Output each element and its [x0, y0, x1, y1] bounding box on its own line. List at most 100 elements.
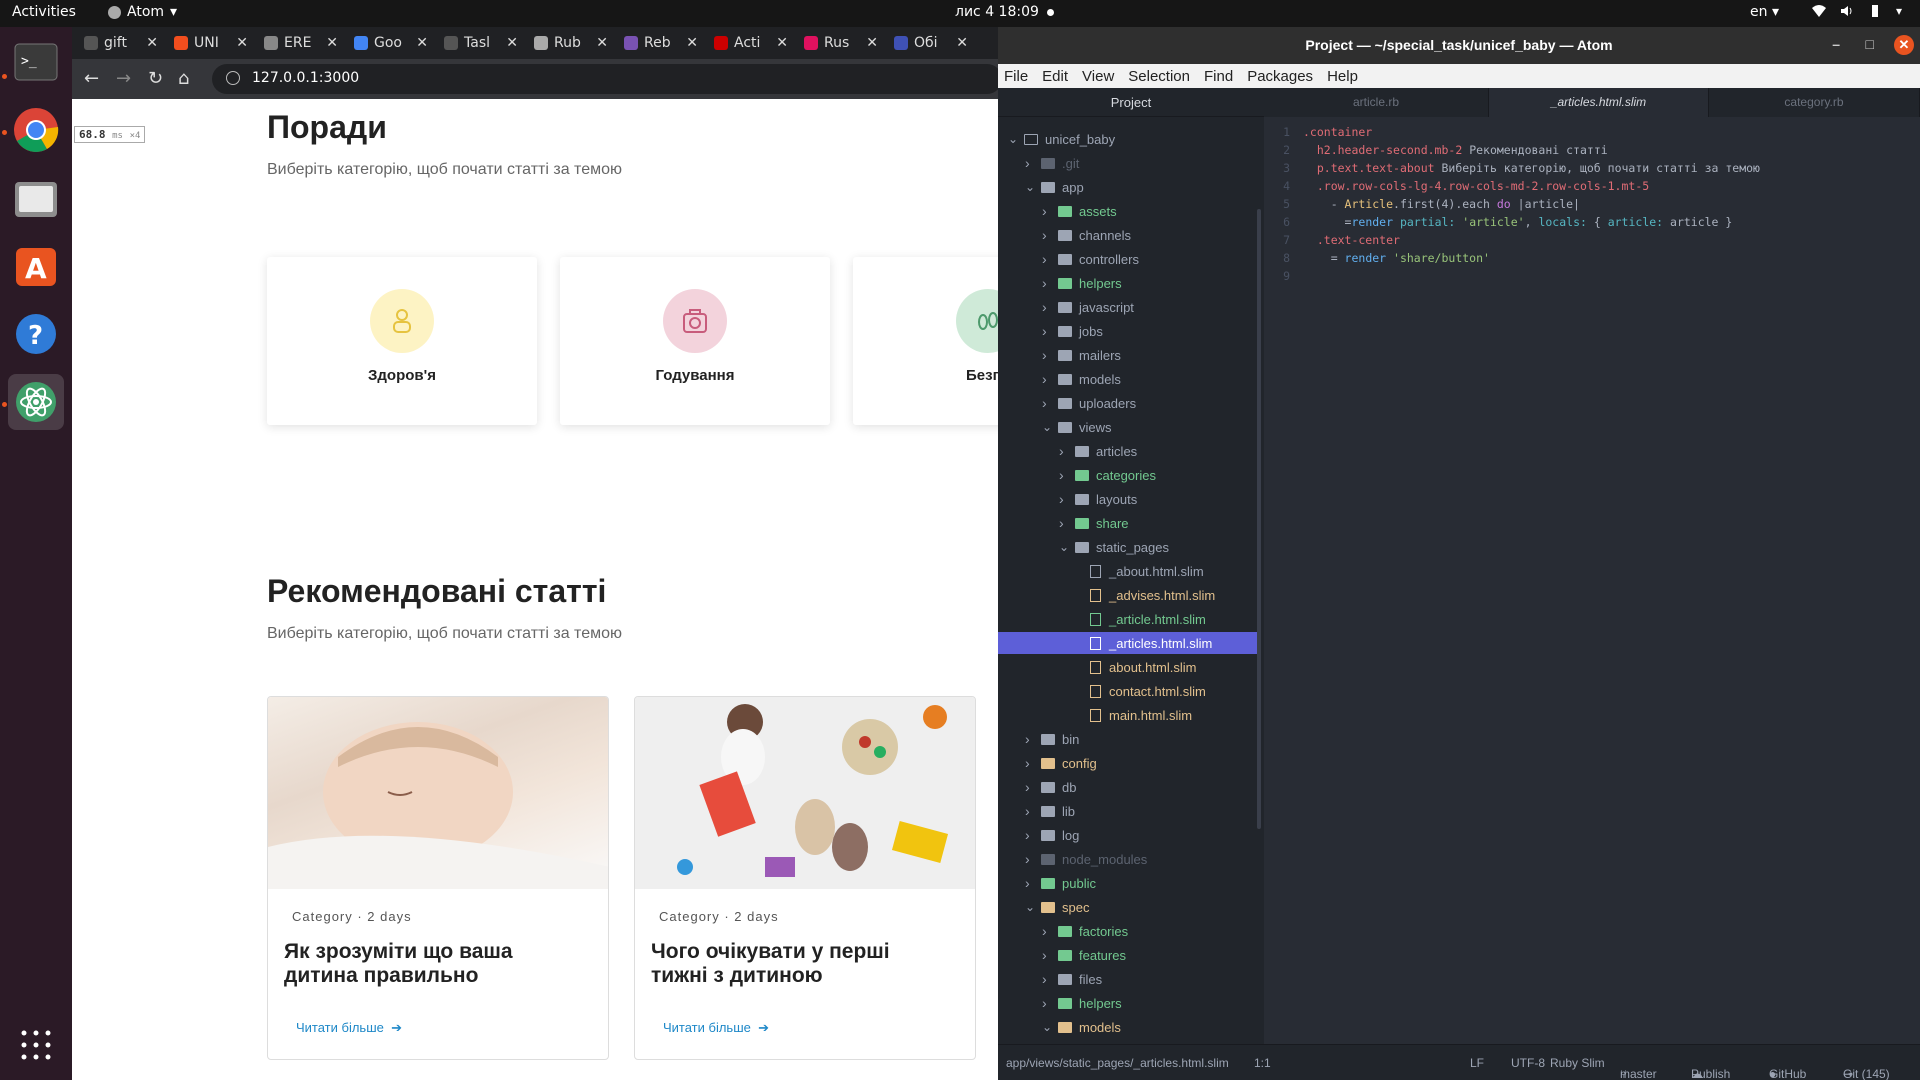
read-more-link[interactable]: Читати більше ➔: [296, 1020, 402, 1036]
tree-scrollbar[interactable]: [1257, 209, 1261, 829]
browser-tab[interactable]: Обі ✕: [886, 30, 974, 56]
back-icon[interactable]: ←: [84, 68, 99, 89]
tree-file[interactable]: _articles.html.slim: [998, 632, 1257, 654]
tree-folder[interactable]: › .git: [1025, 152, 1079, 174]
tree-folder[interactable]: › node_modules: [1025, 848, 1147, 870]
browser-tab[interactable]: gift ✕: [76, 30, 164, 56]
code-line[interactable]: .text-center: [1303, 233, 1400, 247]
tab-close-icon[interactable]: ✕: [506, 35, 518, 51]
atom-icon[interactable]: [8, 374, 64, 430]
menu-find[interactable]: Find: [1204, 68, 1233, 85]
code-line[interactable]: p.text.text-about Виберіть категорію, що…: [1303, 161, 1760, 175]
tree-folder[interactable]: › helpers: [1042, 992, 1122, 1014]
category-card-feeding[interactable]: Годування: [560, 257, 830, 425]
tree-file[interactable]: contact.html.slim: [1090, 680, 1206, 702]
code-line[interactable]: - Article.first(4).each do |article|: [1303, 197, 1580, 211]
category-card-safety[interactable]: Безпе: [853, 257, 998, 425]
tree-folder[interactable]: › log: [1025, 824, 1079, 846]
browser-tab[interactable]: UNI ✕: [166, 30, 254, 56]
tree-folder[interactable]: ⌄ unicef_baby: [1008, 128, 1115, 150]
tab-article-rb[interactable]: article.rb: [1264, 88, 1489, 117]
tree-folder[interactable]: › categories: [1059, 464, 1156, 486]
tree-folder[interactable]: › db: [1025, 776, 1076, 798]
tree-file[interactable]: main.html.slim: [1090, 704, 1192, 726]
menu-help[interactable]: Help: [1327, 68, 1358, 85]
code-editor[interactable]: 1 .container 2 h2.header-second.mb-2 Реком…: [1264, 117, 1920, 1044]
article-title[interactable]: Як зрозуміти що ваша дитина правильно: [284, 940, 584, 988]
tree-folder[interactable]: › assets: [1042, 200, 1117, 222]
menu-packages[interactable]: Packages: [1247, 68, 1313, 85]
tree-folder[interactable]: › mailers: [1042, 344, 1121, 366]
tree-file[interactable]: _article.html.slim: [1090, 608, 1206, 630]
tree-folder[interactable]: › controllers: [1042, 248, 1139, 270]
browser-tab[interactable]: Goo ✕: [346, 30, 434, 56]
close-icon[interactable]: ✕: [1894, 35, 1914, 55]
browser-tab[interactable]: Reb ✕: [616, 30, 704, 56]
tree-folder[interactable]: › config: [1025, 752, 1097, 774]
tree-folder[interactable]: › models: [1042, 368, 1121, 390]
maximize-icon[interactable]: □: [1866, 36, 1874, 52]
article-card[interactable]: Category · 2 days Чого очікувати у перші…: [634, 696, 976, 1060]
tab-close-icon[interactable]: ✕: [416, 35, 428, 51]
article-title[interactable]: Чого очікувати у перші тижні з дитиною: [651, 940, 951, 988]
article-card[interactable]: Category · 2 days Як зрозуміти що ваша д…: [267, 696, 609, 1060]
language-indicator[interactable]: en ▾: [1750, 4, 1779, 20]
tree-header[interactable]: Project: [998, 88, 1264, 117]
reload-icon[interactable]: ↻: [148, 68, 163, 89]
tree-folder[interactable]: › share: [1059, 512, 1129, 534]
browser-tab[interactable]: Tasl ✕: [436, 30, 524, 56]
tree-file[interactable]: about.html.slim: [1090, 656, 1196, 678]
help-icon[interactable]: ?: [8, 306, 64, 362]
code-line[interactable]: = render 'share/button': [1303, 251, 1490, 265]
tab-close-icon[interactable]: ✕: [866, 35, 878, 51]
tree-folder[interactable]: › javascript: [1042, 296, 1134, 318]
menu-file[interactable]: File: [1004, 68, 1028, 85]
tree-folder[interactable]: › uploaders: [1042, 392, 1136, 414]
status-cursor-position[interactable]: 1:1: [1254, 1056, 1271, 1070]
files-icon[interactable]: [8, 170, 64, 226]
forward-icon[interactable]: →: [116, 68, 131, 89]
browser-tab[interactable]: Rub ✕: [526, 30, 614, 56]
tree-folder[interactable]: ⌄ views: [1042, 416, 1112, 438]
app-menu[interactable]: Atom ▾: [108, 4, 177, 20]
tab-close-icon[interactable]: ✕: [776, 35, 788, 51]
clock[interactable]: лис 4 18:09: [955, 4, 1054, 20]
browser-tab[interactable]: Acti ✕: [706, 30, 794, 56]
tab-close-icon[interactable]: ✕: [326, 35, 338, 51]
tree-folder[interactable]: › factories: [1042, 920, 1128, 942]
system-tray[interactable]: ▾: [1812, 4, 1910, 18]
status-file-path[interactable]: app/views/static_pages/_articles.html.sl…: [1006, 1056, 1229, 1070]
address-bar[interactable]: 127.0.0.1:3000: [212, 64, 1002, 94]
tab-close-icon[interactable]: ✕: [236, 35, 248, 51]
chrome-icon[interactable]: [8, 102, 64, 158]
menu-selection[interactable]: Selection: [1128, 68, 1190, 85]
code-line[interactable]: .row.row-cols-lg-4.row-cols-md-2.row-col…: [1303, 179, 1649, 193]
atom-titlebar[interactable]: Project — ~/special_task/unicef_baby — A…: [998, 27, 1920, 64]
tree-folder[interactable]: › helpers: [1042, 272, 1122, 294]
terminal-icon[interactable]: >_: [8, 34, 64, 90]
tab-close-icon[interactable]: ✕: [686, 35, 698, 51]
code-line[interactable]: h2.header-second.mb-2 Рекомендовані стат…: [1303, 143, 1608, 157]
home-icon[interactable]: ⌂: [178, 68, 189, 89]
tree-folder[interactable]: ⌄ app: [1025, 176, 1084, 198]
tab-articles-html-slim[interactable]: _articles.html.slim: [1489, 88, 1709, 117]
status-grammar[interactable]: Ruby Slim: [1550, 1056, 1605, 1070]
tab-close-icon[interactable]: ✕: [146, 35, 158, 51]
show-apps-icon[interactable]: [8, 1017, 64, 1073]
menu-view[interactable]: View: [1082, 68, 1114, 85]
tree-folder[interactable]: › jobs: [1042, 320, 1103, 342]
minimize-icon[interactable]: –: [1832, 36, 1840, 52]
activities-button[interactable]: Activities: [12, 4, 76, 20]
tree-folder[interactable]: › layouts: [1059, 488, 1137, 510]
software-icon[interactable]: A: [8, 238, 64, 294]
tree-folder[interactable]: › channels: [1042, 224, 1131, 246]
tree-folder[interactable]: › articles: [1059, 440, 1137, 462]
code-line[interactable]: .container: [1303, 125, 1372, 139]
tree-folder[interactable]: › bin: [1025, 728, 1079, 750]
code-line[interactable]: =render partial: 'article', locals: { ar…: [1303, 215, 1733, 229]
status-encoding[interactable]: UTF-8: [1511, 1056, 1545, 1070]
tree-folder[interactable]: ⌄ models: [1042, 1016, 1121, 1038]
category-card-health[interactable]: Здоров'я: [267, 257, 537, 425]
tree-folder[interactable]: › files: [1042, 968, 1102, 990]
tree-file[interactable]: _advises.html.slim: [1090, 584, 1215, 606]
